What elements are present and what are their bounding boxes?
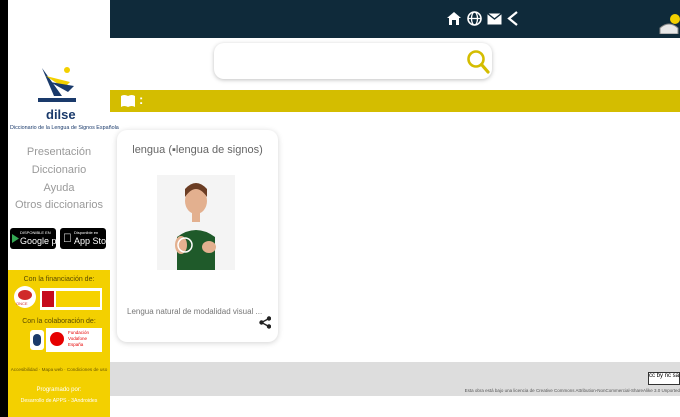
google-play-button[interactable]: DISPONIBLE EN Google play — [10, 228, 68, 249]
top-bar — [110, 0, 680, 38]
vodafone-logo: Fundación Vodafone España — [46, 328, 102, 352]
nav-presentacion[interactable]: Presentación — [8, 146, 110, 158]
section-label: : — [139, 92, 144, 107]
book-icon — [121, 95, 135, 107]
footer-bar: cc by nc sa Esta obra está bajo una lice… — [110, 362, 680, 396]
nav-ayuda[interactable]: Ayuda — [8, 182, 110, 194]
footer-links[interactable]: Accesibilidad · Mapa web · Condiciones d… — [8, 367, 110, 372]
mail-icon[interactable] — [487, 12, 502, 25]
search-box — [214, 43, 492, 79]
user-icon[interactable] — [658, 14, 680, 34]
ministerio-logo — [40, 288, 102, 310]
search-icon[interactable] — [466, 49, 490, 75]
result-card[interactable]: lengua (▪lengua de signos) Lengua natura… — [117, 130, 278, 342]
app-frame: dilse Diccionario de la Lengua de Signos… — [0, 0, 680, 417]
result-title[interactable]: lengua (▪lengua de signos) — [117, 144, 278, 156]
nav-otros-diccionarios[interactable]: Otros diccionarios — [8, 199, 110, 211]
cc-badge-text: cc by nc sa — [649, 373, 680, 379]
once-logo: ONCE — [14, 286, 36, 308]
apple-icon:  — [63, 231, 72, 245]
vodafone-text: Fundación Vodafone España — [68, 330, 90, 347]
sidebar: dilse Diccionario de la Lengua de Signos… — [8, 0, 119, 417]
funding-label: Con la financiación de: — [23, 276, 95, 283]
collaboration-label: Con la colaboración de: — [22, 318, 96, 325]
apple-small-text: Disponible en — [74, 230, 99, 235]
sign-video-thumbnail[interactable] — [157, 175, 235, 270]
globe-icon[interactable] — [467, 11, 482, 26]
brand-subtitle: Diccionario de la Lengua de Signos Españ… — [10, 125, 119, 131]
sidebar-sponsors: Con la financiación de: ONCE Con la cola… — [8, 270, 110, 417]
search-input[interactable] — [222, 49, 458, 75]
google-play-icon — [12, 234, 19, 243]
share-icon[interactable] — [507, 11, 519, 26]
nav-diccionario[interactable]: Diccionario — [8, 164, 110, 176]
cnse-logo — [30, 330, 44, 350]
google-small-text: DISPONIBLE EN — [20, 230, 51, 235]
license-text[interactable]: Esta obra está bajo una licencia de Crea… — [465, 388, 680, 393]
apple-big-text: App Store — [74, 236, 115, 246]
section-header-bar: : — [110, 90, 680, 112]
brand-name: dilse — [46, 107, 76, 122]
app-store-button[interactable]:  Disponible en App Store — [60, 228, 114, 249]
programmed-by[interactable]: Desarrollo de APPS - 3Androides — [8, 398, 110, 404]
programmed-label: Programado por: — [36, 387, 82, 393]
card-share-icon[interactable] — [259, 316, 271, 329]
top-icons — [446, 11, 519, 26]
result-description: Lengua natural de modalidad visual ... — [127, 307, 263, 316]
dilse-logo-icon — [38, 67, 76, 102]
home-icon[interactable] — [446, 11, 462, 26]
cc-license-badge[interactable]: cc by nc sa — [648, 372, 680, 385]
